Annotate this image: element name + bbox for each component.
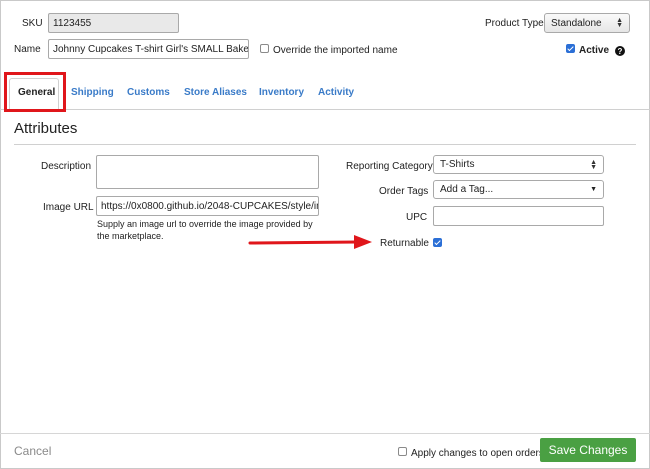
order-tags-label: Order Tags xyxy=(379,186,429,197)
save-changes-button[interactable]: Save Changes xyxy=(540,438,636,462)
active-checkbox[interactable] xyxy=(566,44,575,53)
reporting-category-select[interactable]: T-Shirts ▲ ▼ xyxy=(433,155,604,174)
annotation-arrow-icon xyxy=(248,235,372,249)
tab-customs[interactable]: Customs xyxy=(127,87,170,98)
product-type-label: Product Type xyxy=(485,18,544,29)
section-divider xyxy=(14,144,636,145)
caret-down-icon: ▼ xyxy=(590,186,597,193)
tab-store-aliases[interactable]: Store Aliases xyxy=(184,87,247,98)
reporting-category-value: T-Shirts xyxy=(440,159,475,170)
tab-shipping[interactable]: Shipping xyxy=(71,87,114,98)
annotation-highlight-box xyxy=(4,72,66,112)
override-name-label: Override the imported name xyxy=(273,45,398,56)
section-title: Attributes xyxy=(14,120,78,137)
name-field[interactable]: Johnny Cupcakes T-shirt Girl's SMALL Bak… xyxy=(48,39,249,59)
product-type-select[interactable]: Standalone ▲ ▼ xyxy=(544,13,630,33)
returnable-checkbox[interactable] xyxy=(433,238,442,247)
sku-field[interactable]: 1123455 xyxy=(48,13,179,33)
name-label: Name xyxy=(14,44,41,55)
apply-open-orders-checkbox[interactable] xyxy=(398,447,407,456)
order-tags-placeholder: Add a Tag... xyxy=(440,184,494,195)
active-label: Active xyxy=(579,45,610,56)
apply-open-orders-label: Apply changes to open orders xyxy=(411,448,544,459)
returnable-label: Returnable xyxy=(380,238,429,249)
override-name-checkbox[interactable] xyxy=(260,44,269,53)
help-icon[interactable]: ? xyxy=(615,46,625,56)
image-url-label: Image URL xyxy=(43,202,94,213)
order-tags-select[interactable]: Add a Tag... ▼ xyxy=(433,180,604,199)
description-field[interactable] xyxy=(96,155,319,189)
description-label: Description xyxy=(41,161,92,172)
upc-label: UPC xyxy=(406,212,428,223)
updown-arrows-icon: ▲ ▼ xyxy=(616,17,623,29)
tab-inventory[interactable]: Inventory xyxy=(259,87,304,98)
image-url-field[interactable]: https://0x0800.github.io/2048-CUPCAKES/s… xyxy=(96,196,319,216)
updown-arrows-icon: ▲ ▼ xyxy=(590,158,597,171)
sku-label: SKU xyxy=(22,18,43,29)
product-type-value: Standalone xyxy=(551,17,602,29)
tab-activity[interactable]: Activity xyxy=(318,87,354,98)
reporting-category-label: Reporting Category xyxy=(346,161,433,172)
upc-field[interactable] xyxy=(433,206,604,226)
cancel-button[interactable]: Cancel xyxy=(14,444,51,458)
footer-divider xyxy=(0,433,650,434)
